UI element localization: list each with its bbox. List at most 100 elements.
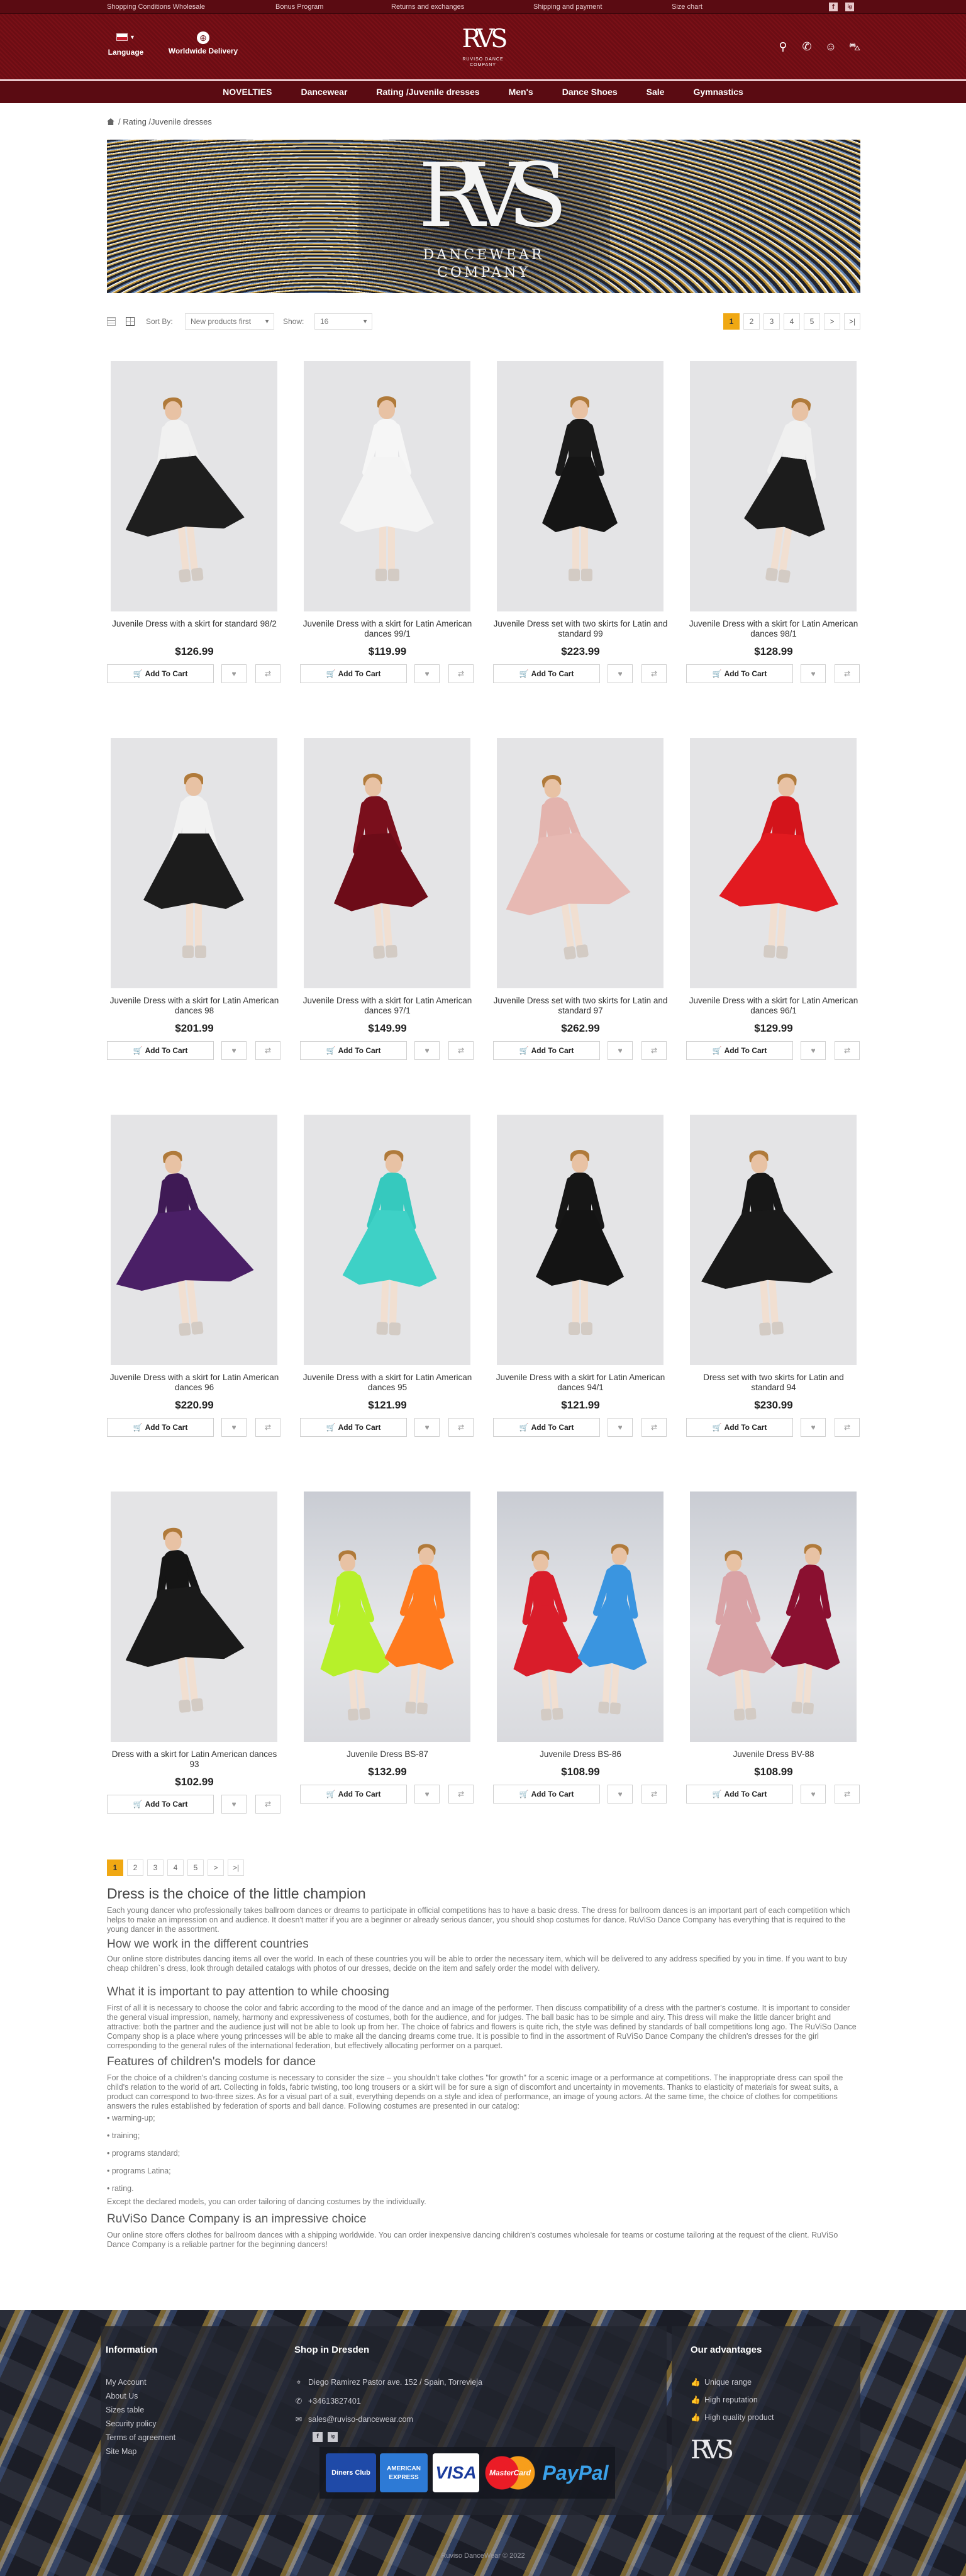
nav-item-sale[interactable]: Sale	[632, 81, 679, 103]
wishlist-heart-icon[interactable]: ♥	[221, 1795, 247, 1814]
nav-item-novelties[interactable]: NOVELTIES	[208, 81, 286, 103]
compare-icon[interactable]: ⇄	[255, 1418, 280, 1437]
site-logo[interactable]: RVS RUVISO DANCE COMPANY	[458, 21, 508, 72]
footer-link-account[interactable]: My Account	[106, 2378, 147, 2387]
nav-item-dancewear[interactable]: Dancewear	[286, 81, 362, 103]
product-image[interactable]	[304, 1492, 470, 1742]
compare-icon[interactable]: ⇄	[835, 664, 860, 683]
add-to-cart-button[interactable]: 🛒 Add To Cart	[686, 1418, 793, 1437]
add-to-cart-button[interactable]: 🛒 Add To Cart	[686, 1041, 793, 1060]
product-image[interactable]	[690, 1115, 857, 1365]
product-image[interactable]	[497, 1492, 663, 1742]
page-1[interactable]: 1	[723, 313, 740, 330]
page-next[interactable]: >	[824, 313, 840, 330]
product-name[interactable]: Juvenile Dress BS-86	[493, 1749, 668, 1759]
product-name[interactable]: Juvenile Dress with a skirt for Latin Am…	[300, 1373, 475, 1393]
page-5[interactable]: 5	[804, 313, 820, 330]
product-image[interactable]	[111, 1492, 277, 1742]
product-name[interactable]: Juvenile Dress with a skirt for Latin Am…	[300, 619, 475, 639]
phone-icon[interactable]: ✆	[799, 39, 814, 54]
product-name[interactable]: Juvenile Dress BS-87	[300, 1749, 475, 1759]
instagram-icon[interactable]: ig	[845, 3, 854, 11]
topbar-link-shipping[interactable]: Shipping and payment	[533, 3, 602, 11]
product-name[interactable]: Juvenile Dress with a skirt for Latin Am…	[686, 619, 861, 639]
sort-select[interactable]: New products first ▼	[185, 313, 274, 330]
add-to-cart-button[interactable]: 🛒 Add To Cart	[300, 1418, 407, 1437]
product-image[interactable]	[304, 1115, 470, 1365]
product-image[interactable]	[304, 738, 470, 988]
add-to-cart-button[interactable]: 🛒 Add To Cart	[300, 1785, 407, 1804]
product-image[interactable]	[497, 361, 663, 611]
compare-icon[interactable]: ⇄	[448, 1418, 474, 1437]
show-select[interactable]: 16 ▼	[314, 313, 372, 330]
add-to-cart-button[interactable]: 🛒 Add To Cart	[300, 1041, 407, 1060]
product-image[interactable]	[304, 361, 470, 611]
compare-icon[interactable]: ⇄	[448, 1785, 474, 1804]
product-name[interactable]: Juvenile Dress with a skirt for standard…	[107, 619, 282, 629]
compare-icon[interactable]: ⇄	[835, 1418, 860, 1437]
page-2[interactable]: 2	[127, 1860, 143, 1876]
page-4[interactable]: 4	[167, 1860, 184, 1876]
compare-icon[interactable]: ⇄	[448, 1041, 474, 1060]
page-5[interactable]: 5	[187, 1860, 204, 1876]
wishlist-heart-icon[interactable]: ♥	[801, 1041, 826, 1060]
facebook-icon[interactable]: f	[313, 2432, 323, 2442]
instagram-icon[interactable]: ig	[328, 2432, 338, 2442]
product-image[interactable]	[497, 738, 663, 988]
wishlist-heart-icon[interactable]: ♥	[414, 1418, 440, 1437]
compare-icon[interactable]: ⇄	[255, 1795, 280, 1814]
footer-link-about[interactable]: About Us	[106, 2392, 138, 2400]
page-last[interactable]: >|	[844, 313, 860, 330]
product-name[interactable]: Dress with a skirt for Latin American da…	[107, 1749, 282, 1770]
wishlist-heart-icon[interactable]: ♥	[608, 1785, 633, 1804]
topbar-link-wholesale[interactable]: Shopping Conditions Wholesale	[107, 3, 205, 11]
product-name[interactable]: Juvenile Dress set with two skirts for L…	[493, 996, 668, 1016]
add-to-cart-button[interactable]: 🛒 Add To Cart	[107, 1041, 214, 1060]
compare-icon[interactable]: ⇄	[835, 1785, 860, 1804]
facebook-icon[interactable]: f	[829, 3, 838, 11]
page-4[interactable]: 4	[784, 313, 800, 330]
compare-icon[interactable]: ⇄	[448, 664, 474, 683]
wishlist-heart-icon[interactable]: ♥	[801, 1418, 826, 1437]
footer-link-sitemap[interactable]: Site Map	[106, 2447, 136, 2456]
product-name[interactable]: Juvenile Dress with a skirt for Latin Am…	[493, 1373, 668, 1393]
page-1[interactable]: 1	[107, 1860, 123, 1876]
product-image[interactable]	[111, 1115, 277, 1365]
footer-email[interactable]: ✉ sales@ruviso-dancewear.com	[294, 2414, 413, 2424]
product-name[interactable]: Juvenile Dress BV-88	[686, 1749, 861, 1759]
compare-icon[interactable]: ⇄	[641, 1418, 667, 1437]
wishlist-heart-icon[interactable]: ♥	[414, 1785, 440, 1804]
compare-icon[interactable]: ⇄	[255, 664, 280, 683]
list-view-icon[interactable]	[107, 317, 116, 326]
product-image[interactable]	[497, 1115, 663, 1365]
topbar-link-returns[interactable]: Returns and exchanges	[391, 3, 464, 11]
wishlist-heart-icon[interactable]: ♥	[608, 664, 633, 683]
nav-item-juvenile-dresses[interactable]: Rating /Juvenile dresses	[362, 81, 494, 103]
wishlist-heart-icon[interactable]: ♥	[414, 1041, 440, 1060]
topbar-link-bonus[interactable]: Bonus Program	[275, 3, 323, 11]
add-to-cart-button[interactable]: 🛒 Add To Cart	[493, 1785, 600, 1804]
product-image[interactable]	[690, 361, 857, 611]
wishlist-heart-icon[interactable]: ♥	[221, 664, 247, 683]
worldwide-delivery[interactable]: ⊕ Worldwide Delivery	[162, 31, 244, 55]
user-icon[interactable]: ☺	[823, 39, 838, 54]
product-name[interactable]: Dress set with two skirts for Latin and …	[686, 1373, 861, 1393]
wishlist-heart-icon[interactable]: ♥	[414, 664, 440, 683]
page-3[interactable]: 3	[763, 313, 780, 330]
nav-item-dance-shoes[interactable]: Dance Shoes	[548, 81, 632, 103]
product-image[interactable]	[111, 361, 277, 611]
product-name[interactable]: Juvenile Dress set with two skirts for L…	[493, 619, 668, 639]
add-to-cart-button[interactable]: 🛒 Add To Cart	[107, 1795, 214, 1814]
wishlist-heart-icon[interactable]: ♥	[608, 1041, 633, 1060]
page-next[interactable]: >	[208, 1860, 224, 1876]
product-image[interactable]	[111, 738, 277, 988]
compare-icon[interactable]: ⇄	[641, 664, 667, 683]
add-to-cart-button[interactable]: 🛒 Add To Cart	[300, 664, 407, 683]
compare-icon[interactable]: ⇄	[641, 1785, 667, 1804]
product-name[interactable]: Juvenile Dress with a skirt for Latin Am…	[300, 996, 475, 1016]
footer-link-sizes[interactable]: Sizes table	[106, 2406, 144, 2414]
wishlist-heart-icon[interactable]: ♥	[801, 664, 826, 683]
product-image[interactable]	[690, 738, 857, 988]
product-name[interactable]: Juvenile Dress with a skirt for Latin Am…	[686, 996, 861, 1016]
grid-view-icon[interactable]	[126, 317, 135, 326]
